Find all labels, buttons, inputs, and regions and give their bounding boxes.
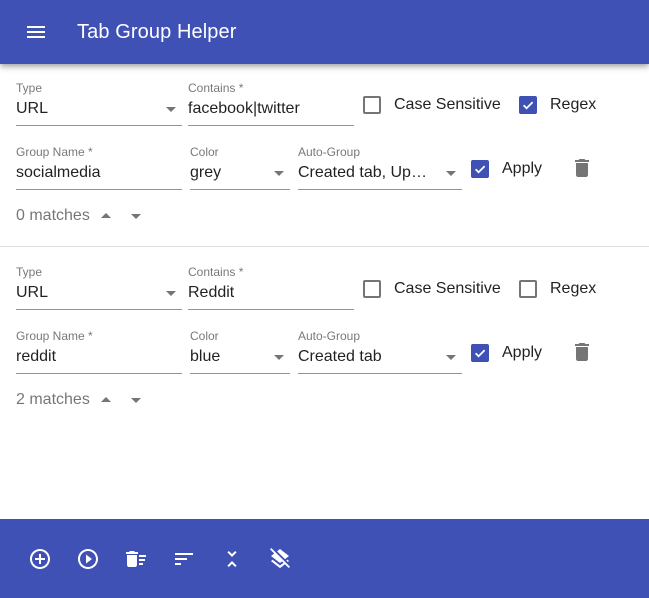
apply-all-button[interactable] [76,547,100,571]
checkbox-checked-icon[interactable] [471,344,489,362]
bottom-toolbar [0,519,649,598]
match-count: 0 matches [16,207,90,224]
case-sensitive-checkbox[interactable]: Case Sensitive [363,279,501,299]
field-underline [298,373,462,374]
auto-group-value: Created tab, Up… [298,164,427,181]
contains-label: Contains * [188,81,244,95]
field-underline [16,309,182,310]
field-underline [16,373,182,374]
apply-label: Apply [502,160,543,177]
auto-group-value: Created tab [298,348,382,365]
checkbox-unchecked-icon[interactable] [519,280,537,298]
dropdown-arrow-icon [274,171,284,176]
delete-icon [575,343,589,361]
delete-rule-button[interactable] [570,340,594,364]
contains-value[interactable]: facebook|twitter [188,99,354,119]
color-label: Color [190,145,219,159]
case-sensitive-checkbox[interactable]: Case Sensitive [363,95,501,115]
type-value: URL [16,100,49,117]
auto-group-label: Auto-Group [298,145,361,159]
dropdown-arrow-icon [446,355,456,360]
contains-value[interactable]: Reddit [188,283,354,303]
checkbox-unchecked-icon[interactable] [363,96,381,114]
dropdown-arrow-icon [446,171,456,176]
ungroup-all-button[interactable] [268,547,292,571]
group-name-value[interactable]: reddit [16,347,182,367]
arrow-down-icon [131,214,141,219]
apply-checkbox[interactable]: Apply [471,159,542,179]
checkbox-checked-icon[interactable] [519,96,537,114]
regex-checkbox[interactable]: Regex [519,279,596,299]
collapse-all-icon [227,551,237,567]
dropdown-arrow-icon [166,291,176,296]
type-label: Type [16,265,43,279]
dropdown-arrow-icon [274,355,284,360]
apply-checkbox[interactable]: Apply [471,343,542,363]
menu-button[interactable] [16,20,56,44]
delete-rule-button[interactable] [570,156,594,180]
regex-label: Regex [550,96,597,113]
field-underline [298,189,462,190]
group-name-label: Group Name * [16,145,93,159]
field-underline [188,309,354,310]
color-value: grey [190,164,222,181]
app-bar: Tab Group Helper [0,0,649,64]
delete-all-button[interactable] [124,547,148,571]
add-circle-icon [30,549,50,569]
field-underline [190,373,290,374]
app-title: Tab Group Helper [77,21,237,43]
color-value: blue [190,348,221,365]
regex-checkbox[interactable]: Regex [519,95,596,115]
group-name-label: Group Name * [16,329,93,343]
auto-group-label: Auto-Group [298,329,361,343]
delete-sweep-icon [126,551,146,567]
dropdown-arrow-icon [166,107,176,112]
rule-card: Type URL Contains * Reddit Case Sensitiv… [0,248,649,431]
next-match-button[interactable] [124,388,148,412]
previous-match-button[interactable] [94,388,118,412]
arrow-down-icon [131,398,141,403]
checkbox-unchecked-icon[interactable] [363,280,381,298]
arrow-up-icon [101,213,111,218]
field-underline [188,125,354,126]
sort-icon [175,553,193,565]
collapse-button[interactable] [220,547,244,571]
play-circle-icon [78,549,98,569]
color-label: Color [190,329,219,343]
layers-clear-icon [270,548,290,569]
sort-button[interactable] [172,547,196,571]
rule-card: Type URL Contains * facebook|twitter Cas… [0,64,649,247]
regex-label: Regex [550,280,597,297]
contains-label: Contains * [188,265,244,279]
case-sensitive-label: Case Sensitive [394,96,501,113]
field-underline [16,189,182,190]
checkbox-checked-icon[interactable] [471,160,489,178]
match-count: 2 matches [16,391,90,408]
next-match-button[interactable] [124,204,148,228]
type-value: URL [16,284,49,301]
type-label: Type [16,81,43,95]
add-rule-button[interactable] [28,547,52,571]
menu-icon [27,26,45,38]
field-underline [16,125,182,126]
group-name-value[interactable]: socialmedia [16,163,182,183]
delete-icon [575,159,589,177]
case-sensitive-label: Case Sensitive [394,280,501,297]
previous-match-button[interactable] [94,204,118,228]
apply-label: Apply [502,344,543,361]
field-underline [190,189,290,190]
arrow-up-icon [101,397,111,402]
